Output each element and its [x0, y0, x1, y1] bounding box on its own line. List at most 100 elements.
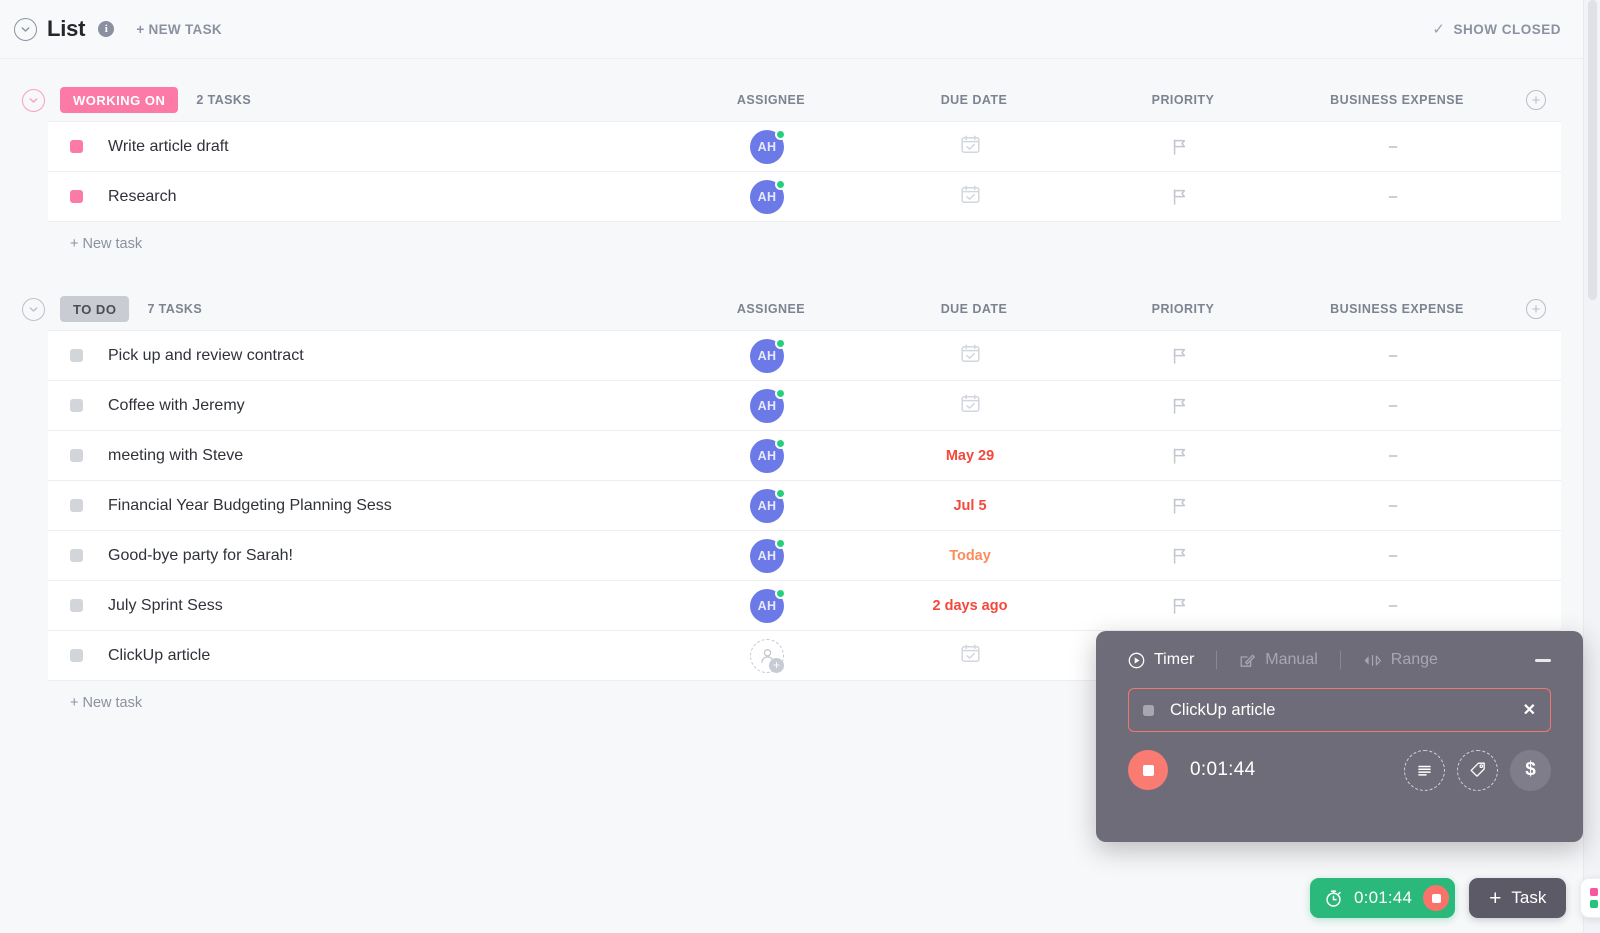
close-icon[interactable]: ✕ — [1523, 700, 1536, 720]
due-date-empty[interactable] — [960, 134, 981, 160]
column-header-due-date[interactable]: DUE DATE — [869, 302, 1079, 316]
column-header-priority[interactable]: PRIORITY — [1079, 302, 1287, 316]
tag-icon — [1470, 762, 1485, 777]
task-name-cell[interactable]: ClickUp article — [48, 647, 669, 665]
task-row[interactable]: July Sprint Sess AH 2 days ago – — [48, 581, 1561, 631]
task-status-dot[interactable] — [70, 649, 83, 662]
task-name-cell[interactable]: Coffee with Jeremy — [48, 397, 669, 415]
add-column-button[interactable]: + — [1507, 299, 1565, 319]
priority-cell[interactable] — [1075, 331, 1283, 381]
assignee-placeholder[interactable]: + — [750, 638, 784, 673]
avatar[interactable]: AH — [750, 487, 786, 523]
running-timer-pill[interactable]: 0:01:44 — [1310, 878, 1456, 918]
task-status-dot[interactable] — [70, 190, 83, 203]
task-status-dot[interactable] — [70, 449, 83, 462]
apps-grid-icon[interactable] — [1580, 878, 1600, 918]
due-date-value[interactable]: Today — [949, 548, 991, 564]
due-date-value[interactable]: Jul 5 — [953, 498, 986, 514]
task-status-dot[interactable] — [70, 349, 83, 362]
collapse-group-chevron-icon[interactable] — [22, 297, 45, 321]
avatar[interactable]: AH — [750, 337, 786, 373]
task-status-dot[interactable] — [70, 549, 83, 562]
avatar[interactable]: AH — [750, 387, 786, 423]
due-date-empty[interactable] — [960, 184, 981, 210]
task-row[interactable]: Research AH – — [48, 172, 1561, 222]
avatar[interactable]: AH — [750, 437, 786, 473]
timer-task-field[interactable]: ClickUp article ✕ — [1128, 688, 1551, 732]
group-status-badge[interactable]: WORKING ON — [60, 87, 179, 113]
avatar[interactable]: AH — [750, 587, 786, 623]
due-date-value[interactable]: May 29 — [946, 448, 994, 464]
business-expense-value[interactable]: – — [1389, 347, 1397, 364]
tab-manual[interactable]: Manual — [1239, 651, 1318, 669]
task-status-dot[interactable] — [70, 140, 83, 153]
create-task-button[interactable]: + Task — [1469, 878, 1567, 918]
info-icon[interactable]: i — [98, 21, 115, 37]
due-date-cell — [865, 631, 1075, 681]
tab-range[interactable]: Range — [1363, 651, 1438, 669]
priority-cell[interactable] — [1075, 581, 1283, 631]
task-name-cell[interactable]: Good-bye party for Sarah! — [48, 547, 669, 565]
column-header-business-expense[interactable]: BUSINESS EXPENSE — [1287, 302, 1507, 316]
avatar[interactable]: AH — [750, 178, 786, 214]
assignee-cell: AH — [669, 581, 865, 631]
priority-cell[interactable] — [1075, 172, 1283, 222]
task-row[interactable]: meeting with Steve AH May 29 – — [48, 431, 1561, 481]
vertical-scrollbar[interactable] — [1583, 0, 1600, 933]
show-closed-toggle[interactable]: ✓ SHOW CLOSED — [1432, 20, 1561, 38]
avatar[interactable]: AH — [750, 128, 786, 164]
due-date-value[interactable]: 2 days ago — [933, 598, 1008, 614]
business-expense-value[interactable]: – — [1389, 447, 1397, 464]
column-header-priority[interactable]: PRIORITY — [1079, 93, 1287, 107]
collapse-view-chevron-icon[interactable] — [14, 17, 37, 41]
task-status-dot[interactable] — [70, 499, 83, 512]
tab-timer[interactable]: Timer — [1128, 651, 1194, 669]
priority-cell[interactable] — [1075, 431, 1283, 481]
column-header-due-date[interactable]: DUE DATE — [869, 93, 1079, 107]
business-expense-value[interactable]: – — [1389, 188, 1397, 205]
stop-timer-button[interactable] — [1128, 750, 1168, 790]
collapse-group-chevron-icon[interactable] — [22, 88, 45, 112]
business-expense-value[interactable]: – — [1389, 597, 1397, 614]
task-name-cell[interactable]: July Sprint Sess — [48, 597, 669, 615]
scrollbar-thumb[interactable] — [1588, 0, 1597, 300]
task-name-cell[interactable]: Pick up and review contract — [48, 347, 669, 365]
priority-cell[interactable] — [1075, 122, 1283, 172]
task-name-cell[interactable]: Financial Year Budgeting Planning Sess — [48, 497, 669, 515]
priority-cell[interactable] — [1075, 531, 1283, 581]
apps-dot-1 — [1590, 888, 1599, 896]
business-expense-value[interactable]: – — [1389, 138, 1397, 155]
add-note-button[interactable] — [1404, 749, 1445, 791]
task-row[interactable]: Coffee with Jeremy AH – — [48, 381, 1561, 431]
task-row[interactable]: Write article draft AH – — [48, 122, 1561, 172]
due-date-empty[interactable] — [960, 393, 981, 419]
billable-button[interactable]: $ — [1510, 749, 1551, 791]
minimize-icon[interactable] — [1535, 658, 1551, 662]
business-expense-value[interactable]: – — [1389, 397, 1397, 414]
group-status-badge[interactable]: TO DO — [60, 296, 130, 322]
task-status-dot — [1143, 704, 1154, 716]
business-expense-value[interactable]: – — [1389, 547, 1397, 564]
add-new-task-row[interactable]: + New task — [48, 222, 1561, 266]
add-label-button[interactable] — [1457, 749, 1498, 791]
priority-cell[interactable] — [1075, 381, 1283, 431]
pill-stop-button[interactable] — [1423, 885, 1450, 911]
task-name-cell[interactable]: meeting with Steve — [48, 447, 669, 465]
column-header-business-expense[interactable]: BUSINESS EXPENSE — [1287, 93, 1507, 107]
avatar[interactable]: AH — [750, 537, 786, 573]
priority-cell[interactable] — [1075, 481, 1283, 531]
business-expense-value[interactable]: – — [1389, 497, 1397, 514]
due-date-empty[interactable] — [960, 643, 981, 669]
task-row[interactable]: Good-bye party for Sarah! AH Today – — [48, 531, 1561, 581]
task-row[interactable]: Financial Year Budgeting Planning Sess AH… — [48, 481, 1561, 531]
new-task-button[interactable]: + NEW TASK — [136, 22, 222, 37]
task-row[interactable]: Pick up and review contract AH – — [48, 331, 1561, 381]
column-header-assignee[interactable]: ASSIGNEE — [673, 93, 869, 107]
due-date-empty[interactable] — [960, 343, 981, 369]
task-status-dot[interactable] — [70, 599, 83, 612]
task-name-cell[interactable]: Research — [48, 188, 669, 206]
add-column-button[interactable]: + — [1507, 90, 1565, 110]
task-status-dot[interactable] — [70, 399, 83, 412]
task-name-cell[interactable]: Write article draft — [48, 138, 669, 156]
column-header-assignee[interactable]: ASSIGNEE — [673, 302, 869, 316]
